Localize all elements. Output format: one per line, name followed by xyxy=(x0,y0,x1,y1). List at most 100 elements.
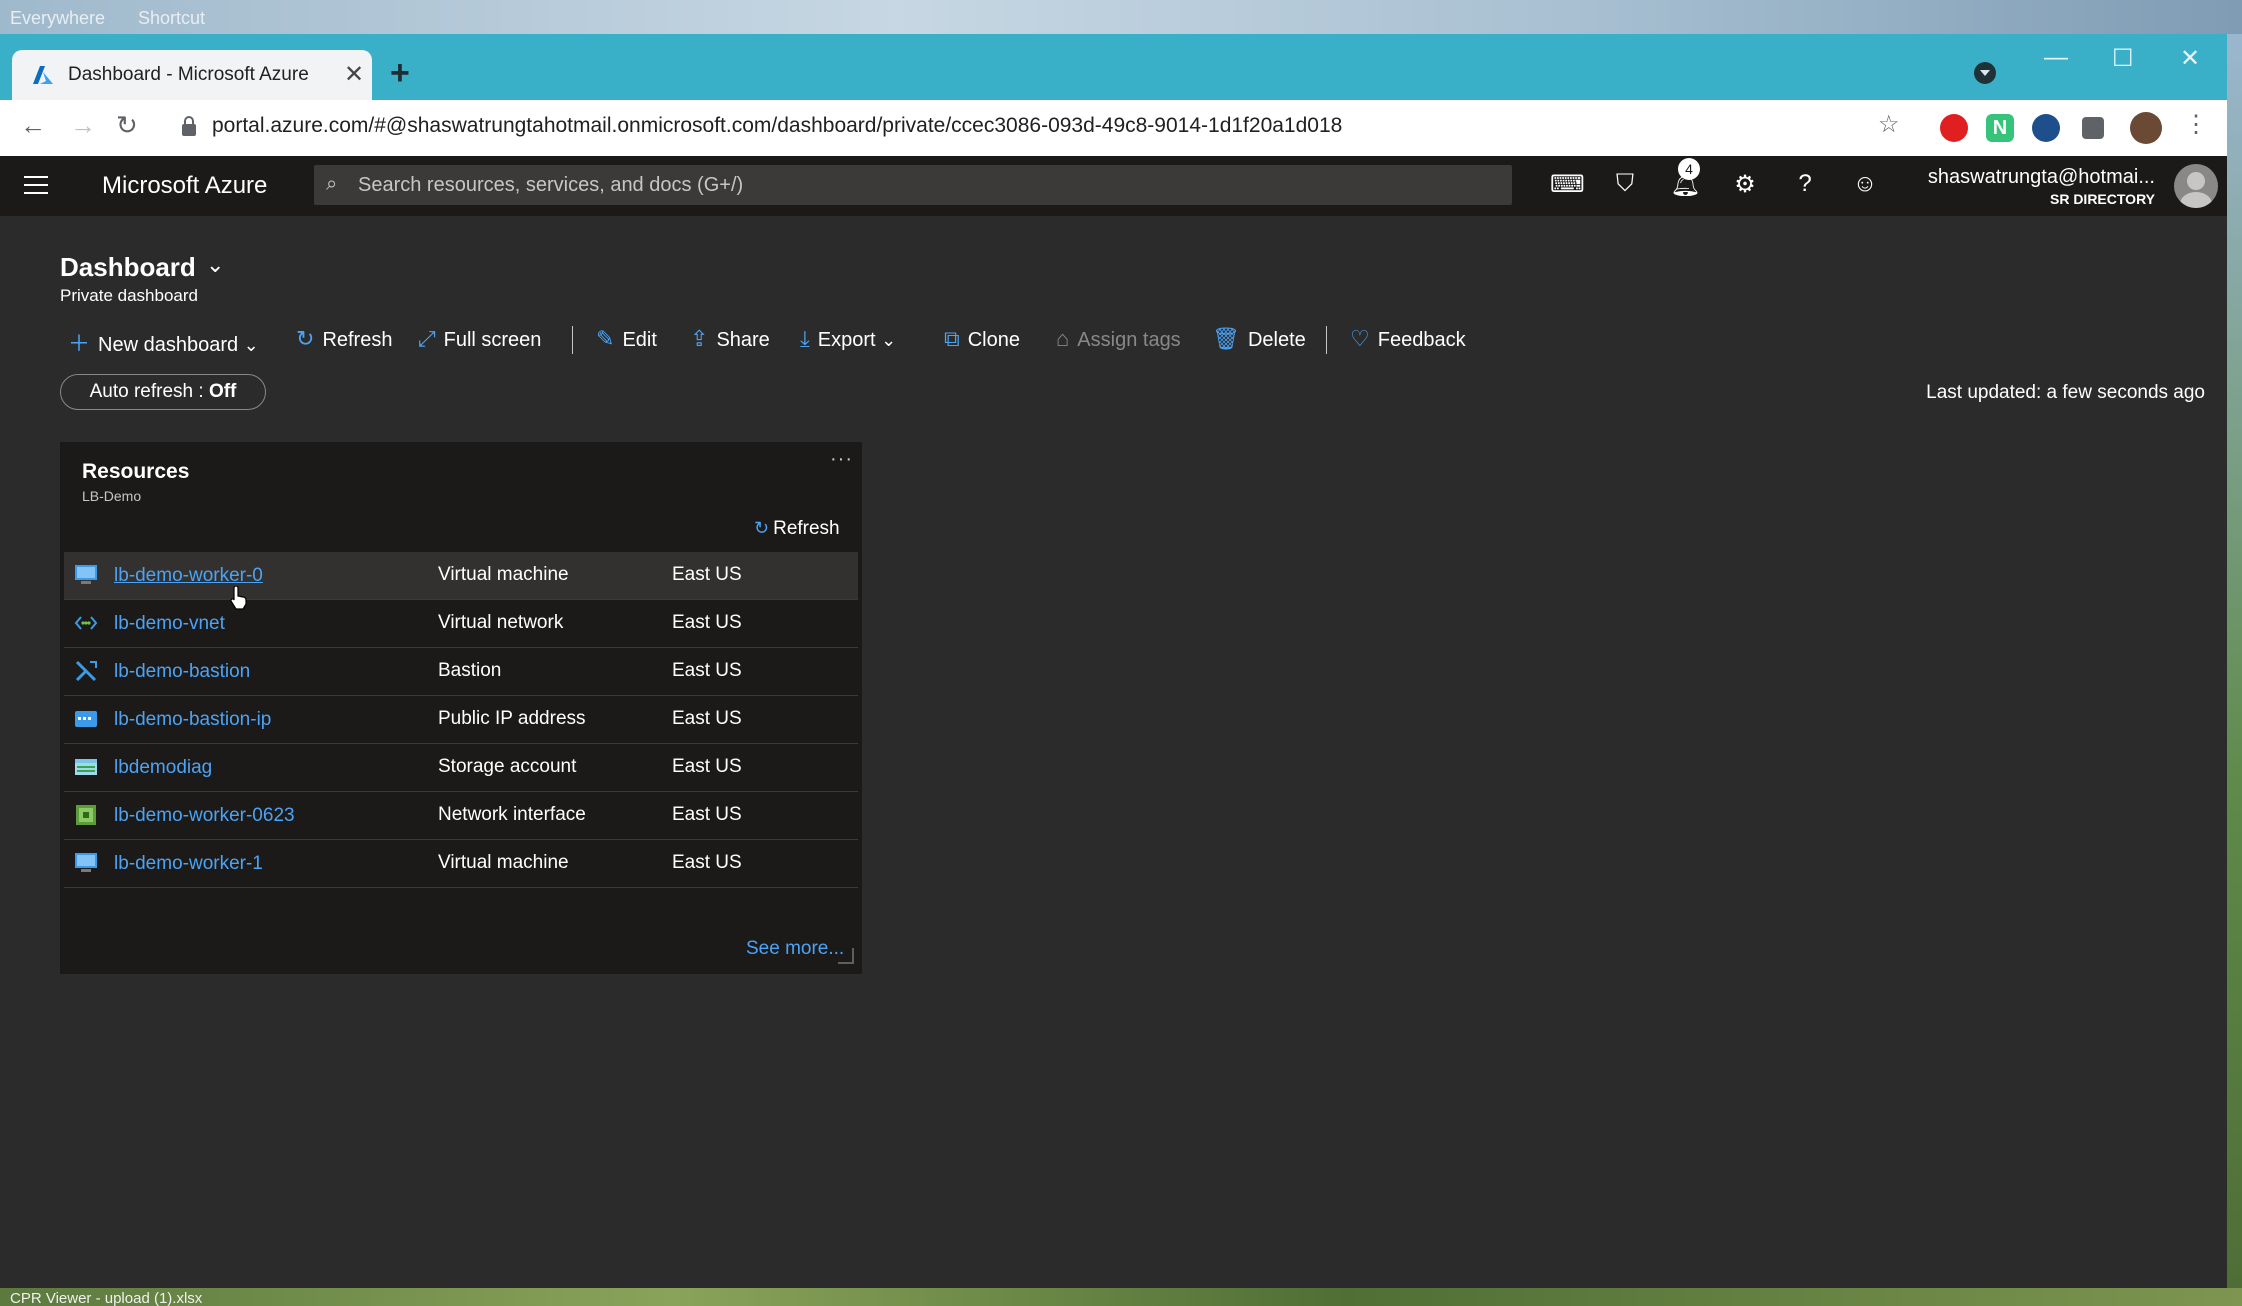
tag-icon: ⌂ xyxy=(1056,326,1070,351)
minimize-icon[interactable]: — xyxy=(2044,44,2068,72)
clone-button[interactable]: ⧉ Clone xyxy=(944,326,1020,352)
desktop-right-strip xyxy=(2227,34,2242,1288)
table-row[interactable]: lb-demo-worker-1 Virtual machine East US xyxy=(64,840,858,888)
edit-button[interactable]: ✎ Edit xyxy=(596,326,657,352)
table-row[interactable]: lb-demo-worker-0 Virtual machine East US xyxy=(64,552,858,600)
plus-icon: ＋ xyxy=(68,331,91,356)
resource-link[interactable]: lb-demo-worker-1 xyxy=(114,853,263,875)
heart-icon: ♡ xyxy=(1350,326,1370,351)
resource-type: Virtual machine xyxy=(438,852,569,873)
resource-type: Bastion xyxy=(438,660,502,681)
taskbar-item[interactable]: CPR Viewer - upload (1).xlsx xyxy=(10,1290,202,1306)
table-row[interactable]: lb-demo-bastion Bastion East US xyxy=(64,648,858,696)
assign-tags-button[interactable]: ⌂ Assign tags xyxy=(1056,326,1181,352)
account-menu[interactable]: shaswatrungta@hotmai... SR DIRECTORY xyxy=(1928,166,2155,207)
feedback-icon[interactable]: ☺ xyxy=(1850,170,1880,200)
bookmark-star-icon[interactable]: ☆ xyxy=(1878,110,1900,139)
search-input[interactable]: ⌕ Search resources, services, and docs (… xyxy=(314,165,1512,205)
taskbar: CPR Viewer - upload (1).xlsx xyxy=(0,1288,2242,1306)
auto-refresh-value: Off xyxy=(208,381,237,402)
resource-location: East US xyxy=(672,708,742,729)
tile-resize-handle[interactable] xyxy=(838,948,854,964)
share-button[interactable]: ⇪ Share xyxy=(690,326,770,352)
profile-avatar-icon[interactable] xyxy=(2130,112,2162,144)
table-row[interactable]: lb-demo-vnet Virtual network East US xyxy=(64,600,858,648)
tab-dashboard[interactable]: Dashboard - Microsoft Azure ✕ xyxy=(12,50,372,100)
back-icon[interactable]: ← xyxy=(20,110,46,141)
tab-strip: Dashboard - Microsoft Azure ✕ + — ☐ ✕ xyxy=(0,34,2227,100)
azure-brand[interactable]: Microsoft Azure xyxy=(102,172,267,200)
settings-gear-icon[interactable]: ⚙ xyxy=(1730,170,1760,200)
new-dashboard-button[interactable]: ＋ New dashboard ⌄ xyxy=(68,326,259,358)
extensions-puzzle-icon[interactable] xyxy=(2082,117,2104,139)
new-tab-icon[interactable]: + xyxy=(390,54,410,93)
help-icon[interactable]: ? xyxy=(1790,170,1820,200)
refresh-button[interactable]: ↻ Refresh xyxy=(296,326,392,352)
search-placeholder: Search resources, services, and docs (G+… xyxy=(358,174,744,196)
close-window-icon[interactable]: ✕ xyxy=(2180,44,2200,73)
portal-menu-icon[interactable] xyxy=(24,176,48,194)
close-tab-icon[interactable]: ✕ xyxy=(344,60,364,89)
dashboard-chevron-down-icon[interactable]: ⌄ xyxy=(206,252,224,278)
network-interface-icon xyxy=(76,805,96,825)
resources-tile[interactable]: Resources LB-Demo ··· ↻ Refresh lb-demo-w… xyxy=(60,442,862,974)
lock-icon[interactable] xyxy=(180,115,198,137)
download-icon: ⤓ xyxy=(800,326,810,351)
resource-link[interactable]: lb-demo-vnet xyxy=(114,613,225,635)
resource-location: East US xyxy=(672,756,742,777)
virtual-machine-icon xyxy=(75,853,97,872)
full-screen-button[interactable]: ⤢ Full screen xyxy=(418,326,541,352)
auto-refresh-toggle[interactable]: Auto refresh : Off xyxy=(60,374,266,410)
cloud-shell-icon[interactable]: ⌨ xyxy=(1550,170,1585,200)
desktop-top-strip: Everywhere Shortcut xyxy=(0,0,2242,34)
browser-menu-icon[interactable]: ⋮ xyxy=(2184,110,2208,139)
tile-subtitle: LB-Demo xyxy=(82,488,142,504)
resource-list: lb-demo-worker-0 Virtual machine East US… xyxy=(64,552,858,888)
tile-more-options-icon[interactable]: ··· xyxy=(830,448,853,471)
feedback-button[interactable]: ♡ Feedback xyxy=(1350,326,1466,352)
resource-location: East US xyxy=(672,852,742,873)
table-row[interactable]: lbdemodiag Storage account East US xyxy=(64,744,858,792)
delete-button[interactable]: 🗑︎ Delete xyxy=(1212,326,1306,352)
bastion-icon xyxy=(75,660,97,682)
directory-filter-icon[interactable]: ⛉ xyxy=(1610,170,1640,200)
chevron-down-icon: ⌄ xyxy=(881,330,897,350)
user-email: shaswatrungta@hotmai... xyxy=(1927,166,2155,188)
url-field[interactable]: portal.azure.com/#@shaswatrungtahotmail.… xyxy=(212,114,1342,138)
resource-location: East US xyxy=(672,804,742,825)
resource-link[interactable]: lb-demo-bastion-ip xyxy=(114,709,271,731)
extension-heart-icon[interactable] xyxy=(2032,114,2060,142)
desktop-item-shortcut[interactable]: Shortcut xyxy=(138,8,205,29)
user-avatar[interactable] xyxy=(2174,164,2218,208)
dashboard-title[interactable]: Dashboard xyxy=(60,252,196,283)
chevron-down-icon: ⌄ xyxy=(243,335,259,355)
see-more-link[interactable]: See more... xyxy=(746,938,844,960)
azure-top-bar: Microsoft Azure ⌕ Search resources, serv… xyxy=(0,156,2227,216)
tab-search-icon[interactable] xyxy=(1974,62,1996,84)
resource-link[interactable]: lb-demo-bastion xyxy=(114,661,250,683)
resource-link[interactable]: lb-demo-worker-0 xyxy=(114,565,263,587)
desktop-item-everywhere[interactable]: Everywhere xyxy=(10,8,105,29)
reload-icon[interactable]: ↻ xyxy=(116,110,138,141)
table-row[interactable]: lb-demo-bastion-ip Public IP address Eas… xyxy=(64,696,858,744)
dashboard-subtitle: Private dashboard xyxy=(60,286,198,305)
auto-refresh-label: Auto refresh : xyxy=(89,381,209,402)
extension-red-icon[interactable] xyxy=(1940,114,1968,142)
table-row[interactable]: lb-demo-worker-0623 Network interface Ea… xyxy=(64,792,858,840)
forward-icon[interactable]: → xyxy=(70,110,96,141)
maximize-icon[interactable]: ☐ xyxy=(2112,44,2134,73)
resource-type: Network interface xyxy=(438,804,586,825)
tile-refresh-button[interactable]: ↻ Refresh xyxy=(754,518,840,540)
resource-location: East US xyxy=(672,660,742,681)
address-bar: ← → ↻ portal.azure.com/#@shaswatrungtaho… xyxy=(0,100,2227,156)
export-button[interactable]: ⤓ Export ⌄ xyxy=(800,326,896,352)
resource-type: Virtual machine xyxy=(438,564,569,585)
refresh-icon: ↻ xyxy=(754,518,770,538)
notifications-badge: 4 xyxy=(1678,158,1700,180)
resource-type: Virtual network xyxy=(438,612,564,633)
resource-link[interactable]: lbdemodiag xyxy=(114,757,212,779)
virtual-network-icon xyxy=(74,616,98,630)
extension-n-icon[interactable]: N xyxy=(1986,114,2014,142)
public-ip-icon xyxy=(75,711,97,727)
resource-link[interactable]: lb-demo-worker-0623 xyxy=(114,805,295,827)
